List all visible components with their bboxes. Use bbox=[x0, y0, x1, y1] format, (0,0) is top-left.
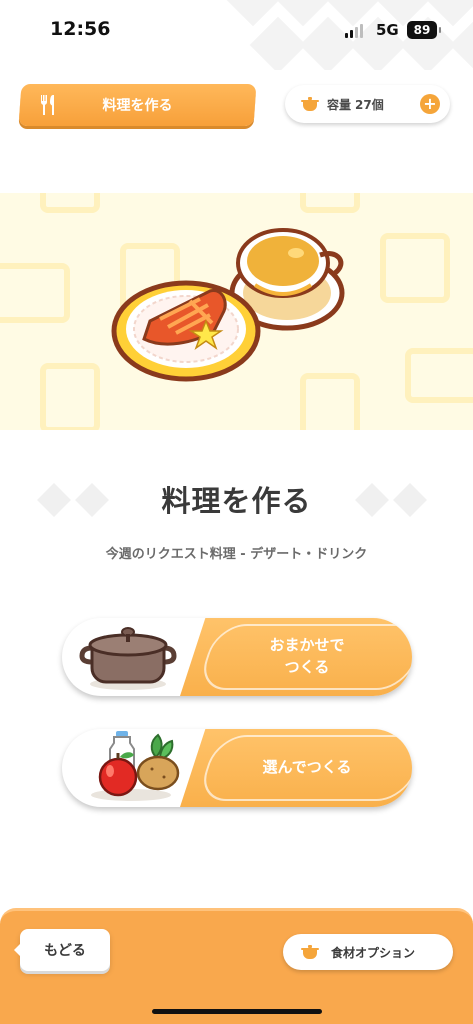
pot-icon bbox=[301, 97, 319, 111]
pot-icon bbox=[301, 945, 319, 959]
tab-cook[interactable]: 料理を作る bbox=[18, 84, 257, 126]
dessert-drink-illustration bbox=[111, 228, 345, 382]
weekly-request-subtitle: 今週のリクエスト料理 - デザート・ドリンク bbox=[105, 547, 368, 562]
status-bar: 12:56 5G 89 bbox=[0, 0, 473, 70]
signal-icon bbox=[345, 24, 363, 38]
tab-cook-label: 料理を作る bbox=[102, 98, 173, 114]
home-indicator[interactable] bbox=[152, 1009, 322, 1014]
choose-cook-label: 選んでつくる bbox=[262, 758, 352, 777]
ingredient-option-label: 食材オプション bbox=[331, 945, 416, 960]
hero-banner bbox=[0, 193, 473, 430]
add-capacity-button[interactable]: + bbox=[420, 94, 440, 114]
status-time: 12:56 bbox=[50, 18, 111, 40]
back-label: もどる bbox=[44, 943, 86, 959]
capacity-indicator: 容量 27個 + bbox=[285, 85, 450, 123]
network-type: 5G bbox=[376, 21, 399, 39]
auto-cook-label: おまかせで つくる bbox=[269, 636, 345, 676]
auto-cook-button[interactable]: おまかせで つくる bbox=[62, 618, 412, 696]
capacity-value: 27個 bbox=[355, 97, 384, 112]
ingredient-option-button[interactable]: 食材オプション bbox=[283, 934, 453, 970]
choose-cook-button[interactable]: 選んでつくる bbox=[62, 729, 412, 807]
battery-icon: 89 bbox=[407, 21, 441, 39]
ingredients-icon bbox=[91, 731, 180, 801]
capacity-label: 容量 bbox=[327, 97, 352, 112]
title-area: 料理を作る bbox=[0, 470, 473, 530]
back-button[interactable]: もどる bbox=[14, 929, 110, 971]
fork-knife-icon bbox=[41, 95, 54, 115]
battery-level: 89 bbox=[413, 23, 431, 37]
page-title: 料理を作る bbox=[161, 484, 312, 518]
cooking-pot-icon bbox=[79, 627, 177, 690]
